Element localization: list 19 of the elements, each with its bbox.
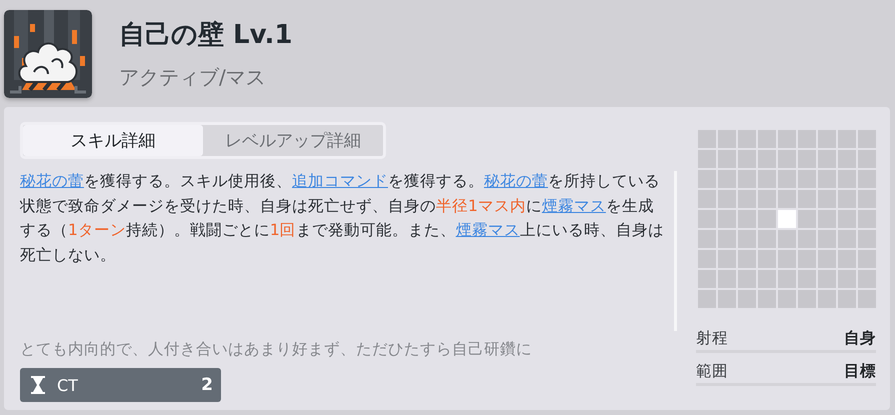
- tab[interactable]: スキル詳細: [23, 125, 203, 156]
- keyword-link[interactable]: 秘花の蕾: [484, 172, 548, 190]
- skill-description: 秘花の蕾を獲得する。スキル使用後、追加コマンド を獲得する。秘花の蕾を所持している状態で致命ダメージを受けた時、自身は死亡せず、自身の半径1マス内 に煙霧マス を生成する（1ターン持続）。戦闘ごとに 1回 まで発動可能。また、煙霧マス上にいる時、自身は死亡しない。: [20, 171, 665, 266]
- keyword-link[interactable]: 秘花の蕾: [20, 172, 84, 190]
- stat-label: 範囲: [696, 361, 728, 382]
- stat-value: 目標: [844, 361, 876, 382]
- skill-type: アクティブ/マス: [119, 64, 267, 91]
- stat-label: 射程: [696, 328, 728, 349]
- cooldown-label: CT: [57, 376, 79, 394]
- cooldown-value: 2: [201, 375, 213, 395]
- flavor-text: とても内向的で、人付き合いはあまり好まず、ただひたすら自己研鑽に: [20, 339, 533, 360]
- hourglass-icon: [31, 376, 45, 394]
- keyword-link[interactable]: 追加コマンド: [292, 172, 388, 190]
- smoke-cloud-icon: [4, 10, 92, 98]
- stat-value: 自身: [844, 328, 876, 349]
- tab[interactable]: レベルアップ詳細: [203, 125, 383, 156]
- skill-title: 自己の壁 Lv.1: [119, 19, 292, 52]
- keyword-link[interactable]: 煙霧マス: [456, 221, 520, 239]
- keyword-link[interactable]: 煙霧マス: [542, 196, 606, 214]
